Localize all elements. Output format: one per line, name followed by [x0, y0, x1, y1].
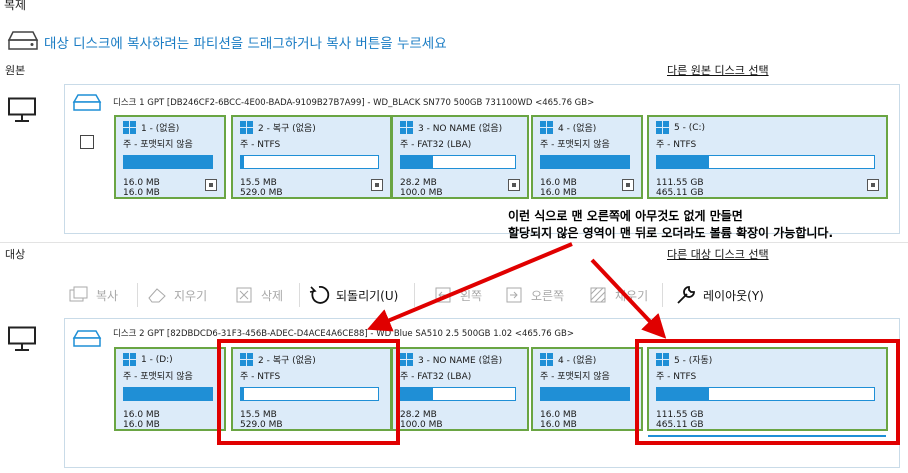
annotation-arrows — [366, 242, 667, 339]
